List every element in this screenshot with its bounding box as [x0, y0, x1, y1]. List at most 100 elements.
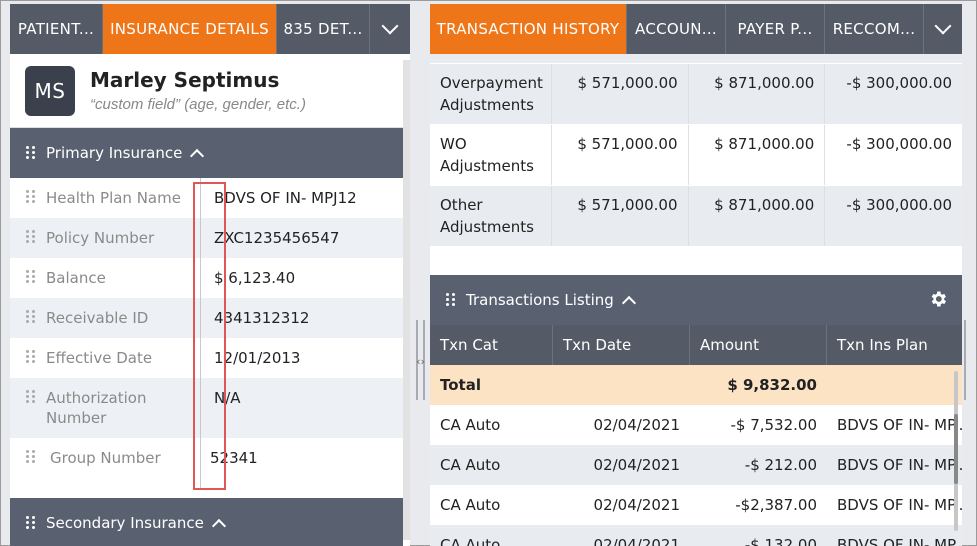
- table-cell: -$ 300,000.00: [846, 74, 953, 92]
- table-row: [430, 54, 962, 64]
- tab-transaction-history[interactable]: TRANSACTION HISTORY: [430, 4, 627, 54]
- transactions-table: Txn Cat Txn Date Amount Txn Ins Plan Tot…: [430, 325, 962, 546]
- secondary-insurance-header[interactable]: Secondary Insurance: [10, 498, 403, 546]
- table-cell: BDVS OF IN- MP...: [837, 536, 962, 546]
- field-value: 4341312312: [214, 309, 310, 327]
- right-tab-bar: TRANSACTION HISTORY ACCOUN... PAYER P...…: [430, 4, 962, 54]
- table-cell: $ 9,832.00: [727, 376, 817, 394]
- drag-handle-icon[interactable]: [26, 390, 36, 404]
- section-title: Primary Insurance: [46, 144, 183, 162]
- tab-reccom[interactable]: RECCOM...: [825, 4, 924, 54]
- table-cell: $ 871,000.00: [689, 64, 826, 124]
- tab-overflow-button[interactable]: [370, 4, 410, 54]
- avatar: MS: [25, 66, 75, 116]
- table-cell: $ 571,000.00: [552, 125, 689, 185]
- table-cell: -$ 7,532.00: [730, 416, 817, 434]
- drag-handle-icon[interactable]: [446, 293, 456, 307]
- field-label: Balance: [46, 269, 106, 287]
- table-row[interactable]: CA Auto 02/04/2021 -$ 7,532.00 BDVS OF I…: [430, 405, 962, 445]
- drag-handle-icon[interactable]: [26, 350, 36, 364]
- primary-insurance-header[interactable]: Primary Insurance: [10, 128, 403, 178]
- table-cell: BDVS OF IN- MP...: [837, 496, 962, 514]
- field-label: Effective Date: [46, 349, 153, 367]
- table-cell: $ 571,000.00: [552, 64, 689, 124]
- drag-handle-icon[interactable]: [26, 310, 36, 324]
- field-value: $ 6,123.40: [214, 269, 296, 287]
- left-panel: PATIENT... INSURANCE DETAILS 835 DET... …: [10, 4, 410, 546]
- gear-icon[interactable]: [928, 289, 948, 309]
- table-cell: Other Adjustments: [430, 186, 552, 246]
- drag-handle-icon[interactable]: [26, 270, 36, 284]
- table-cell: CA Auto: [440, 456, 501, 474]
- table-cell: Overpayment Adjustments: [430, 64, 552, 124]
- chevron-down-icon: [381, 17, 399, 35]
- resize-arrows-icon: ‹›: [416, 355, 425, 368]
- left-tab-bar: PATIENT... INSURANCE DETAILS 835 DET...: [10, 4, 410, 54]
- table-cell: $ 871,000.00: [689, 186, 826, 246]
- column-header[interactable]: Txn Ins Plan: [827, 325, 962, 365]
- column-header[interactable]: Txn Date: [553, 325, 690, 365]
- drag-handle-icon[interactable]: [26, 146, 36, 160]
- table-cell: 02/04/2021: [593, 416, 680, 434]
- field-value: BDVS OF IN- MPJ12: [214, 189, 357, 207]
- tab-patient[interactable]: PATIENT...: [10, 4, 103, 54]
- patient-subtitle: “custom field” (age, gender, etc.): [90, 96, 306, 113]
- chevron-up-icon[interactable]: [621, 295, 636, 310]
- table-cell: -$2,387.00: [735, 496, 817, 514]
- total-row: Total $ 9,832.00: [430, 365, 962, 405]
- field-value: 12/01/2013: [214, 349, 301, 367]
- table-cell: -$ 132.00: [744, 536, 817, 546]
- table-cell: 02/04/2021: [593, 456, 680, 474]
- table-cell: 02/04/2021: [593, 536, 680, 546]
- table-header: Txn Cat Txn Date Amount Txn Ins Plan: [430, 325, 962, 365]
- table-row[interactable]: CA Auto 02/04/2021 -$ 132.00 BDVS OF IN-…: [430, 525, 962, 546]
- splitter-bar[interactable]: [964, 320, 966, 400]
- adjustments-table: Overpayment Adjustments $ 571,000.00 $ 8…: [430, 54, 962, 247]
- field-label: Group Number: [50, 449, 161, 467]
- tab-insurance-details[interactable]: INSURANCE DETAILS: [103, 4, 277, 54]
- table-cell: Total: [440, 376, 481, 394]
- chevron-up-icon[interactable]: [190, 148, 205, 163]
- table-cell: -$ 212.00: [744, 456, 817, 474]
- transactions-listing-header[interactable]: Transactions Listing: [430, 275, 962, 325]
- drag-handle-icon[interactable]: [26, 450, 36, 464]
- highlight-box: [193, 182, 226, 490]
- field-label: Health Plan Name: [46, 189, 181, 207]
- field-label: Policy Number: [46, 229, 155, 247]
- field-label: Authorization Number: [46, 389, 147, 427]
- section-title: Secondary Insurance: [46, 514, 204, 532]
- table-cell: $ 571,000.00: [552, 186, 689, 246]
- table-row: WO Adjustments $ 571,000.00 $ 871,000.00…: [430, 125, 962, 186]
- field-value: ZXC1235456547: [214, 229, 340, 247]
- scrollbar[interactable]: [403, 60, 410, 540]
- chevron-down-icon: [934, 17, 952, 35]
- table-cell: -$ 300,000.00: [846, 196, 953, 214]
- table-row[interactable]: CA Auto 02/04/2021 -$2,387.00 BDVS OF IN…: [430, 485, 962, 525]
- table-cell: 02/04/2021: [593, 496, 680, 514]
- chevron-up-icon[interactable]: [211, 518, 226, 533]
- drag-handle-icon[interactable]: [26, 230, 36, 244]
- scrollbar-thumb[interactable]: [954, 414, 958, 484]
- patient-header: MS Marley Septimus “custom field” (age, …: [10, 54, 410, 128]
- tab-payer[interactable]: PAYER P...: [726, 4, 825, 54]
- tab-overflow-button[interactable]: [924, 4, 962, 54]
- table-cell: CA Auto: [440, 496, 501, 514]
- table-row: Other Adjustments $ 571,000.00 $ 871,000…: [430, 186, 962, 247]
- panel-splitter[interactable]: ‹›: [413, 0, 428, 546]
- patient-name: Marley Septimus: [90, 68, 280, 92]
- field-label: Receivable ID: [46, 309, 149, 327]
- drag-handle-icon[interactable]: [26, 516, 36, 530]
- table-cell: BDVS OF IN- MP...: [837, 456, 962, 474]
- table-cell: $ 871,000.00: [689, 125, 826, 185]
- column-header[interactable]: Txn Cat: [430, 325, 553, 365]
- section-title: Transactions Listing: [466, 291, 614, 309]
- drag-handle-icon[interactable]: [26, 190, 36, 204]
- column-header[interactable]: Amount: [690, 325, 827, 365]
- table-cell: BDVS OF IN- MP...: [837, 416, 962, 434]
- table-cell: WO Adjustments: [430, 125, 552, 185]
- tab-account[interactable]: ACCOUN...: [627, 4, 726, 54]
- table-cell: CA Auto: [440, 416, 501, 434]
- tab-835-details[interactable]: 835 DET...: [277, 4, 370, 54]
- table-row[interactable]: CA Auto 02/04/2021 -$ 212.00 BDVS OF IN-…: [430, 445, 962, 485]
- table-cell: CA Auto: [440, 536, 501, 546]
